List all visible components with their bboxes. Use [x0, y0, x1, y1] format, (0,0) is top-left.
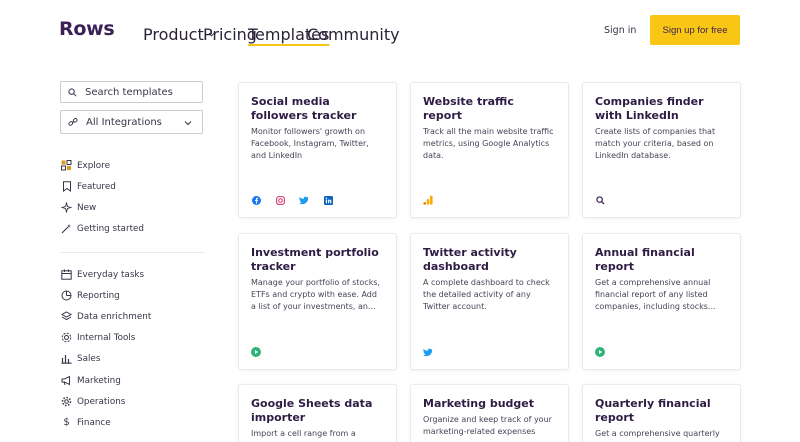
sidebar-item-everyday-tasks[interactable]: Everyday tasks: [61, 269, 144, 280]
card-description: Import a cell range from a: [251, 429, 356, 438]
sidebar-item-label: Reporting: [77, 290, 120, 301]
integrations-label: All Integrations: [86, 116, 162, 128]
template-card-annual-financial[interactable]: Annual financial report Get a comprehens…: [582, 233, 741, 370]
card-description: Monitor followers' growth on Facebook, I…: [251, 127, 369, 160]
card-description: Create lists of companies that match you…: [595, 127, 716, 160]
integrations-dropdown[interactable]: All Integrations: [60, 110, 203, 134]
sidebar-item-label: Internal Tools: [77, 332, 136, 343]
sidebar-item-label: Finance: [77, 417, 111, 428]
card-integrations: [423, 195, 433, 205]
card-integrations: [423, 347, 433, 357]
link-icon: [68, 117, 78, 126]
card-title: Twitter activity dashboard: [423, 246, 517, 273]
sidebar-item-internal-tools[interactable]: Internal Tools: [61, 332, 135, 343]
card-description: Get a comprehensive quarterly: [595, 429, 720, 438]
card-title: Website traffic report: [423, 95, 514, 122]
sidebar-item-label: New: [77, 202, 97, 213]
layers-icon: [61, 311, 72, 322]
template-card-marketing-budget[interactable]: Marketing budget Organize and keep track…: [410, 384, 569, 442]
sidebar-item-marketing[interactable]: Marketing: [61, 375, 121, 386]
sign-up-button[interactable]: Sign up for free: [650, 15, 740, 45]
search-input[interactable]: Search templates: [60, 81, 203, 103]
search-placeholder: Search templates: [85, 86, 173, 98]
sidebar-item-featured[interactable]: Featured: [61, 181, 116, 192]
sidebar-item-reporting[interactable]: Reporting: [61, 290, 120, 301]
card-description: A complete dashboard to check the detail…: [423, 278, 550, 311]
dollar-icon: $: [63, 417, 70, 428]
rows-logo[interactable]: Rows: [59, 18, 115, 40]
calendar-icon: [61, 269, 72, 280]
card-description: Organize and keep track of your marketin…: [423, 415, 552, 436]
search-icon: [595, 195, 605, 205]
card-description: Get a comprehensive annual financial rep…: [595, 278, 716, 311]
sidebar-item-label: Operations: [77, 396, 126, 407]
card-title: Quarterly financial report: [595, 397, 711, 424]
search-icon: [68, 87, 77, 96]
nav-product-label: Product: [143, 25, 204, 44]
card-title: Google Sheets data importer: [251, 397, 373, 424]
sparkle-icon: [61, 202, 72, 213]
sidebar-item-label: Data enrichment: [77, 311, 152, 322]
card-description: Track all the main website traffic metri…: [423, 127, 554, 160]
template-card-social-media[interactable]: Social media followers tracker Monitor f…: [238, 82, 397, 218]
sidebar-item-explore[interactable]: Explore: [61, 160, 110, 171]
sidebar-item-finance[interactable]: $ Finance: [61, 417, 111, 428]
sidebar-item-label: Featured: [77, 181, 116, 192]
chevron-down-icon: [184, 121, 192, 126]
instagram-icon: [275, 195, 285, 205]
sidebar-item-label: Everyday tasks: [77, 269, 145, 280]
card-description: Manage your portfolio of stocks, ETFs an…: [251, 278, 381, 311]
sidebar-item-label: Sales: [77, 353, 101, 364]
bar-chart-icon: [61, 353, 72, 364]
wand-icon: [61, 223, 72, 234]
template-card-investment-portfolio[interactable]: Investment portfolio tracker Manage your…: [238, 233, 397, 370]
template-card-companies-finder[interactable]: Companies finder with LinkedIn Create li…: [582, 82, 741, 218]
card-title: Social media followers tracker: [251, 95, 357, 122]
sidebar-item-label: Getting started: [77, 223, 145, 234]
sidebar-item-operations[interactable]: Operations: [61, 396, 125, 407]
card-integrations: [595, 347, 605, 357]
gear-icon: [61, 332, 72, 343]
template-card-website-traffic[interactable]: Website traffic report Track all the mai…: [410, 82, 569, 218]
sidebar-item-sales[interactable]: Sales: [61, 353, 100, 364]
template-card-google-sheets-importer[interactable]: Google Sheets data importer Import a cel…: [238, 384, 397, 442]
nav-community[interactable]: Community: [307, 25, 400, 44]
template-card-quarterly-financial[interactable]: Quarterly financial report Get a compreh…: [582, 384, 741, 442]
play-icon: [251, 347, 261, 357]
twitter-icon: [299, 195, 309, 205]
card-integrations: [251, 347, 261, 357]
card-title: Marketing budget: [423, 397, 535, 410]
sidebar-item-new[interactable]: New: [61, 202, 96, 213]
grid-icon: [61, 160, 72, 171]
bookmark-icon: [61, 181, 72, 192]
megaphone-icon: [61, 375, 72, 386]
facebook-icon: [251, 195, 261, 205]
linkedin-icon: [323, 195, 333, 205]
sidebar-item-label: Explore: [77, 160, 111, 171]
card-title: Investment portfolio tracker: [251, 246, 379, 273]
card-title: Companies finder with LinkedIn: [595, 95, 704, 122]
sidebar-divider: [60, 252, 205, 253]
card-integrations: [595, 195, 605, 205]
pie-icon: [61, 290, 72, 301]
card-integrations: [251, 195, 333, 205]
card-title: Annual financial report: [595, 246, 695, 273]
play-icon: [595, 347, 605, 357]
sidebar-item-getting-started[interactable]: Getting started: [61, 223, 144, 234]
cog-icon: [61, 396, 72, 407]
template-card-twitter-activity[interactable]: Twitter activity dashboard A complete da…: [410, 233, 569, 370]
sign-in-link[interactable]: Sign in: [604, 25, 636, 36]
sidebar-item-label: Marketing: [77, 375, 121, 386]
twitter-icon: [423, 347, 433, 357]
sidebar-item-data-enrichment[interactable]: Data enrichment: [61, 311, 151, 322]
google-analytics-icon: [423, 195, 433, 205]
